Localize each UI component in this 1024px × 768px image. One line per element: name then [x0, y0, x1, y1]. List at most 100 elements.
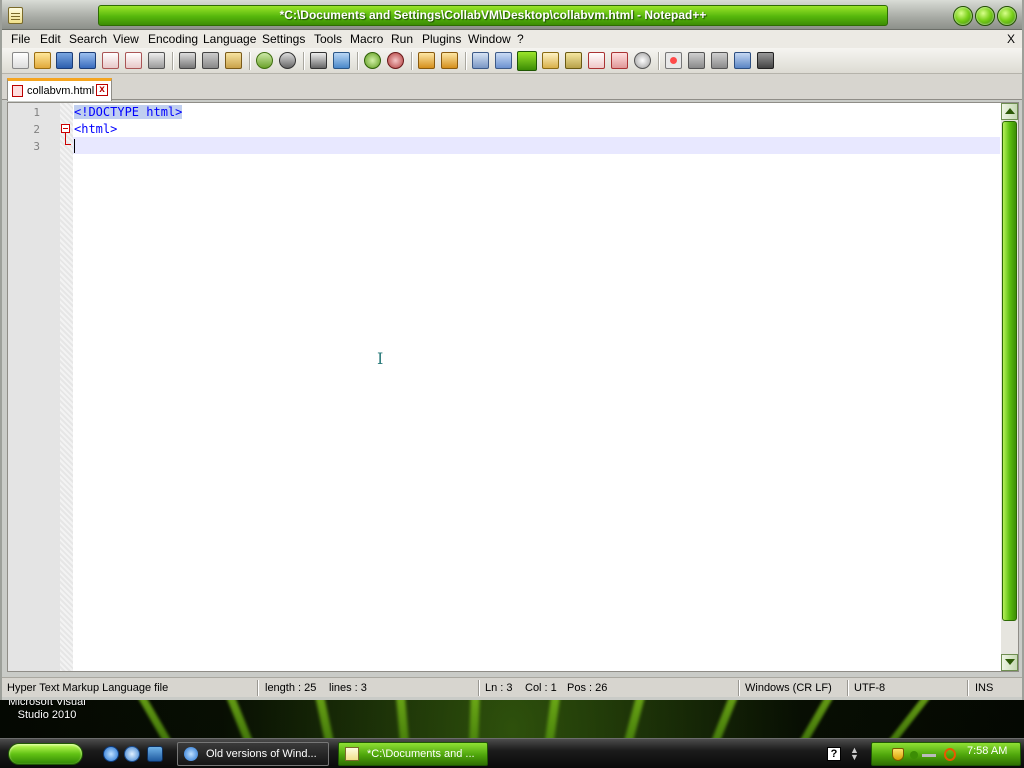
- status-eol[interactable]: Windows (CR LF): [745, 681, 832, 695]
- status-separator: [967, 680, 968, 696]
- print-icon[interactable]: [148, 52, 165, 69]
- fold-collapse-icon[interactable]: [61, 124, 70, 133]
- show-all-characters-icon[interactable]: [495, 52, 512, 69]
- menu-macro[interactable]: Macro: [350, 32, 383, 47]
- cut-icon[interactable]: [179, 52, 196, 69]
- menu-window[interactable]: Window: [468, 32, 511, 47]
- playback-macro-icon[interactable]: [711, 52, 728, 69]
- toolbar-separator: [172, 52, 173, 70]
- close-all-icon[interactable]: [125, 52, 142, 69]
- status-separator: [478, 680, 479, 696]
- toolbar-separator: [411, 52, 412, 70]
- menu-tools[interactable]: Tools: [314, 32, 342, 47]
- zoom-in-icon[interactable]: [364, 52, 381, 69]
- fold-end-marker: [65, 144, 71, 145]
- ibeam-cursor-icon: I: [377, 349, 384, 368]
- code-line[interactable]: <html>: [74, 121, 117, 138]
- task-ie-window[interactable]: Old versions of Wind...: [177, 742, 329, 766]
- netscape-quicklaunch-icon[interactable]: [147, 746, 163, 762]
- notepadpp-app-icon[interactable]: [8, 7, 23, 24]
- open-file-icon[interactable]: [34, 52, 51, 69]
- maximize-button[interactable]: [975, 6, 995, 26]
- search-tray-icon[interactable]: [944, 748, 956, 761]
- scroll-down-button[interactable]: [1001, 654, 1018, 671]
- status-separator: [847, 680, 848, 696]
- stop-recording-icon[interactable]: [688, 52, 705, 69]
- vertical-scrollbar[interactable]: [1001, 103, 1018, 671]
- save-icon[interactable]: [56, 52, 73, 69]
- indent-guide-icon[interactable]: [517, 51, 537, 71]
- close-document-button[interactable]: X: [1007, 32, 1015, 47]
- tab-close-icon[interactable]: x: [96, 84, 108, 96]
- menu-edit[interactable]: Edit: [40, 32, 61, 47]
- window-title: *C:\Documents and Settings\CollabVM\Desk…: [279, 8, 707, 22]
- scrollbar-thumb[interactable]: [1002, 121, 1017, 621]
- find-icon[interactable]: [310, 52, 327, 69]
- save-macro-icon[interactable]: [757, 52, 774, 69]
- menu-help[interactable]: ?: [517, 32, 524, 47]
- tab-collabvm-html[interactable]: collabvm.html x: [7, 78, 112, 101]
- sync-horizontal-icon[interactable]: [441, 52, 458, 69]
- menu-search[interactable]: Search: [69, 32, 107, 47]
- network-icon[interactable]: [910, 751, 918, 759]
- connection-icon[interactable]: [922, 754, 936, 757]
- help-icon[interactable]: ?: [827, 747, 841, 761]
- toolbar: [2, 48, 1022, 74]
- toolbar-separator: [658, 52, 659, 70]
- status-length: length : 25: [265, 682, 317, 694]
- new-file-icon[interactable]: [12, 52, 29, 69]
- toolbar-separator: [465, 52, 466, 70]
- menu-plugins[interactable]: Plugins: [422, 32, 461, 47]
- task-notepadpp-window[interactable]: *C:\Documents and ...: [338, 742, 488, 766]
- menu-settings[interactable]: Settings: [262, 32, 305, 47]
- run-macro-multiple-icon[interactable]: [734, 52, 751, 69]
- undo-icon[interactable]: [256, 52, 273, 69]
- tab-label: collabvm.html: [27, 85, 95, 97]
- status-insert-mode[interactable]: INS: [975, 681, 993, 695]
- clock[interactable]: 7:58 AM: [967, 742, 1007, 760]
- status-file-type: Hyper Text Markup Language file: [7, 682, 169, 694]
- copy-icon[interactable]: [202, 52, 219, 69]
- close-file-icon[interactable]: [102, 52, 119, 69]
- toolbar-separator: [303, 52, 304, 70]
- line-number: 2: [33, 123, 40, 136]
- code-line[interactable]: <!DOCTYPE html>: [74, 104, 183, 121]
- document-map-icon[interactable]: [565, 52, 582, 69]
- ie-icon: [184, 747, 198, 761]
- status-encoding[interactable]: UTF-8: [854, 681, 885, 695]
- menu-file[interactable]: File: [11, 32, 30, 47]
- title-bar[interactable]: *C:\Documents and Settings\CollabVM\Desk…: [2, 0, 1022, 30]
- minimize-button[interactable]: [953, 6, 973, 26]
- editor-area[interactable]: 1 2 3 <!DOCTYPE html> <html> I: [7, 102, 1019, 672]
- ie-quicklaunch-icon[interactable]: [103, 746, 119, 762]
- status-bar: Hyper Text Markup Language file length :…: [2, 677, 1022, 697]
- close-window-button[interactable]: [997, 6, 1017, 26]
- toolbar-separator: [357, 52, 358, 70]
- save-all-icon[interactable]: [79, 52, 96, 69]
- security-shield-icon[interactable]: [892, 748, 904, 761]
- wallpaper-rays: [0, 694, 1024, 738]
- zoom-out-icon[interactable]: [387, 52, 404, 69]
- replace-icon[interactable]: [333, 52, 350, 69]
- monitoring-eye-icon[interactable]: [634, 52, 651, 69]
- user-language-icon[interactable]: [542, 52, 559, 69]
- menu-language[interactable]: Language: [203, 32, 256, 47]
- paste-icon[interactable]: [225, 52, 242, 69]
- start-button[interactable]: [8, 743, 83, 765]
- ie-quicklaunch-icon-2[interactable]: [124, 746, 140, 762]
- scroll-up-button[interactable]: [1001, 103, 1018, 120]
- status-col: Col : 1: [525, 682, 557, 694]
- show-hidden-icons-icon[interactable]: ▲ ▼: [850, 746, 859, 762]
- sync-vertical-icon[interactable]: [418, 52, 435, 69]
- task-label: *C:\Documents and ...: [367, 748, 475, 760]
- menu-encoding[interactable]: Encoding: [148, 32, 198, 47]
- record-macro-icon[interactable]: [665, 52, 682, 69]
- word-wrap-icon[interactable]: [472, 52, 489, 69]
- function-list-icon[interactable]: [588, 52, 605, 69]
- folder-as-workspace-icon[interactable]: [611, 52, 628, 69]
- menu-view[interactable]: View: [113, 32, 139, 47]
- status-pos: Pos : 26: [567, 682, 608, 694]
- notepadpp-window: *C:\Documents and Settings\CollabVM\Desk…: [0, 0, 1024, 700]
- menu-run[interactable]: Run: [391, 32, 413, 47]
- redo-icon[interactable]: [279, 52, 296, 69]
